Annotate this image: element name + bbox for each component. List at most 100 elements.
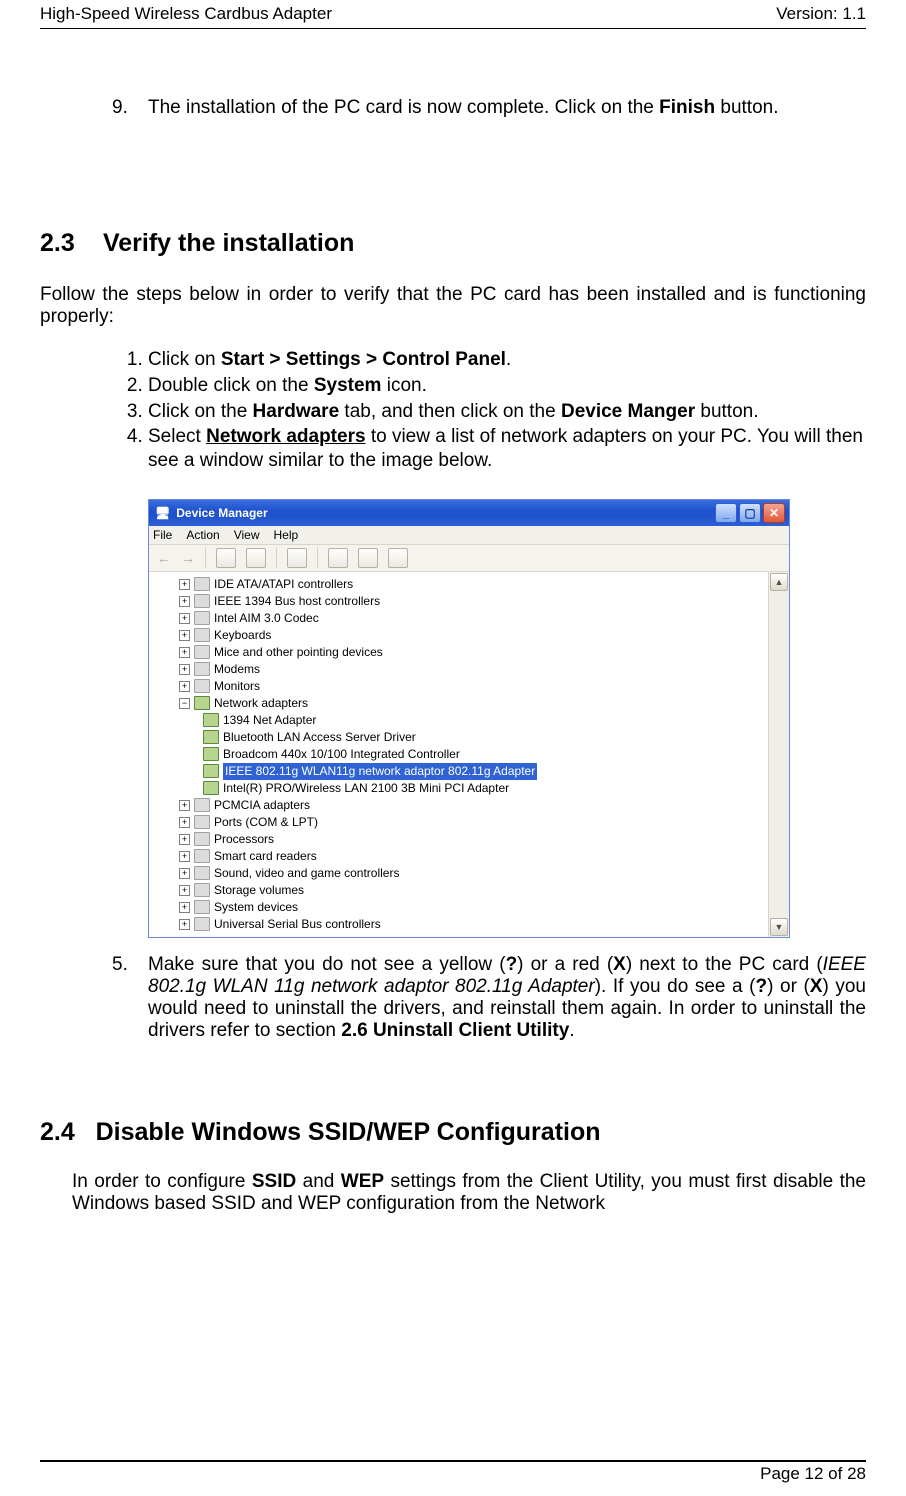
close-button[interactable]: ✕	[763, 503, 785, 523]
toolbar-divider	[205, 548, 206, 568]
device-icon	[194, 900, 210, 914]
tree-node[interactable]: +Smart card readers	[153, 848, 766, 865]
section-2-4-paragraph: In order to configure SSID and WEP setti…	[72, 1171, 866, 1215]
expand-icon[interactable]: +	[179, 868, 190, 879]
toolbar-divider	[317, 548, 318, 568]
window-title: Device Manager	[176, 506, 267, 520]
expand-icon[interactable]: +	[179, 834, 190, 845]
tree-node[interactable]: +Sound, video and game controllers	[153, 865, 766, 882]
device-icon	[194, 662, 210, 676]
expand-icon[interactable]: +	[179, 613, 190, 624]
tree-subnode-selected[interactable]: IEEE 802.11g WLAN11g network adaptor 802…	[153, 763, 766, 780]
tree-node[interactable]: +Modems	[153, 661, 766, 678]
tree-subnode[interactable]: Bluetooth LAN Access Server Driver	[153, 729, 766, 746]
step-9-text: The installation of the PC card is now c…	[148, 97, 866, 119]
toolbar-button-3[interactable]	[287, 548, 307, 568]
tree-node[interactable]: +Keyboards	[153, 627, 766, 644]
expand-icon[interactable]: +	[179, 851, 190, 862]
t: and	[296, 1171, 341, 1192]
maximize-button[interactable]: ▢	[739, 503, 761, 523]
toolbar-button-2[interactable]	[246, 548, 266, 568]
x-bold: X	[613, 954, 626, 975]
node-label: Monitors	[214, 678, 260, 695]
menu-help[interactable]: Help	[274, 528, 299, 542]
expand-icon[interactable]: +	[179, 596, 190, 607]
page-number: Page 12 of 28	[760, 1464, 866, 1484]
page-footer: Page 12 of 28	[40, 1460, 866, 1484]
node-label: 1394 Net Adapter	[223, 712, 316, 729]
toolbar-button-6[interactable]	[388, 548, 408, 568]
expand-icon[interactable]: +	[179, 902, 190, 913]
tree-node[interactable]: + IEEE 1394 Bus host controllers	[153, 593, 766, 610]
tree-node[interactable]: +Universal Serial Bus controllers	[153, 916, 766, 933]
device-icon	[194, 815, 210, 829]
device-icon	[194, 832, 210, 846]
tree-node[interactable]: +Storage volumes	[153, 882, 766, 899]
tree-node[interactable]: +System devices	[153, 899, 766, 916]
device-icon	[194, 866, 210, 880]
step-3-b2: Device Manger	[561, 401, 695, 422]
nic-icon	[203, 781, 219, 795]
menu-file[interactable]: File	[153, 528, 172, 542]
node-label: IDE ATA/ATAPI controllers	[214, 576, 353, 593]
device-icon	[194, 849, 210, 863]
back-icon[interactable]: ←	[157, 550, 171, 566]
toolbar: ← →	[149, 545, 789, 572]
tree-node[interactable]: +PCMCIA adapters	[153, 797, 766, 814]
nic-icon	[203, 764, 219, 778]
page-header: High-Speed Wireless Cardbus Adapter Vers…	[40, 0, 866, 29]
device-icon	[194, 645, 210, 659]
node-label: Network adapters	[214, 695, 308, 712]
expand-icon[interactable]: +	[179, 664, 190, 675]
tree-node[interactable]: − Network adapters	[153, 695, 766, 712]
expand-icon[interactable]: +	[179, 681, 190, 692]
step-9-post: button.	[715, 97, 778, 118]
expand-icon[interactable]: +	[179, 817, 190, 828]
scroll-up-icon[interactable]: ▲	[770, 573, 788, 591]
node-label: Broadcom 440x 10/100 Integrated Controll…	[223, 746, 460, 763]
header-left: High-Speed Wireless Cardbus Adapter	[40, 4, 332, 28]
menu-view[interactable]: View	[234, 528, 260, 542]
step-2: Double click on the System icon.	[148, 374, 866, 398]
tree-node[interactable]: +Intel AIM 3.0 Codec	[153, 610, 766, 627]
minimize-button[interactable]: _	[715, 503, 737, 523]
scroll-down-icon[interactable]: ▼	[770, 918, 788, 936]
step-2-pre: Double click on the	[148, 375, 314, 396]
node-label: Ports (COM & LPT)	[214, 814, 318, 831]
toolbar-button-5[interactable]	[358, 548, 378, 568]
tree-node[interactable]: + IDE ATA/ATAPI controllers	[153, 576, 766, 593]
expand-icon[interactable]: +	[179, 647, 190, 658]
node-label: IEEE 1394 Bus host controllers	[214, 593, 380, 610]
expand-icon[interactable]: +	[179, 579, 190, 590]
tree-node[interactable]: +Mice and other pointing devices	[153, 644, 766, 661]
tree-node[interactable]: + Monitors	[153, 678, 766, 695]
step-3-b1: Hardware	[253, 401, 340, 422]
expand-icon[interactable]: +	[179, 919, 190, 930]
t: .	[569, 1020, 574, 1041]
titlebar[interactable]: 🖥 Device Manager _ ▢ ✕	[149, 500, 789, 526]
toolbar-button-4[interactable]	[328, 548, 348, 568]
wep-bold: WEP	[341, 1171, 384, 1192]
nic-icon	[203, 747, 219, 761]
expand-icon[interactable]: +	[179, 885, 190, 896]
device-tree[interactable]: + IDE ATA/ATAPI controllers + IEEE 1394 Bu…	[149, 572, 768, 937]
tree-node[interactable]: +Processors	[153, 831, 766, 848]
window-buttons: _ ▢ ✕	[715, 503, 785, 523]
section-2-3-intro: Follow the steps below in order to verif…	[40, 284, 866, 328]
device-icon	[194, 577, 210, 591]
collapse-icon[interactable]: −	[179, 698, 190, 709]
node-label: Bluetooth LAN Access Server Driver	[223, 729, 416, 746]
device-manager-window: 🖥 Device Manager _ ▢ ✕ File Action View …	[148, 499, 790, 938]
scrollbar[interactable]: ▲ ▼	[768, 572, 789, 937]
toolbar-button-1[interactable]	[216, 548, 236, 568]
tree-subnode[interactable]: Broadcom 440x 10/100 Integrated Controll…	[153, 746, 766, 763]
forward-icon[interactable]: →	[181, 550, 195, 566]
tree-subnode[interactable]: 1394 Net Adapter	[153, 712, 766, 729]
step-1-post: .	[506, 349, 511, 370]
tree-subnode[interactable]: Intel(R) PRO/Wireless LAN 2100 3B Mini P…	[153, 780, 766, 797]
expand-icon[interactable]: +	[179, 630, 190, 641]
step-9-number: 9.	[112, 97, 148, 119]
tree-node[interactable]: + Ports (COM & LPT)	[153, 814, 766, 831]
menu-action[interactable]: Action	[186, 528, 219, 542]
expand-icon[interactable]: +	[179, 800, 190, 811]
